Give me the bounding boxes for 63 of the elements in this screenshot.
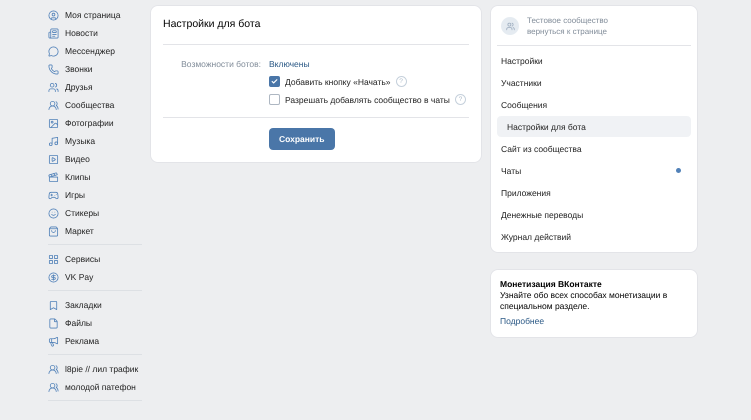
menu-item[interactable]: Сайт из сообщества xyxy=(497,138,691,159)
card-title: Настройки для бота xyxy=(163,6,469,45)
menu-icon xyxy=(48,64,59,74)
menu-icon xyxy=(48,226,59,236)
field-label: Возможности ботов: xyxy=(180,59,261,69)
menu-icon xyxy=(48,300,59,310)
sidebar-item[interactable]: Закладки xyxy=(48,296,142,314)
menu-icon xyxy=(48,190,59,200)
menu-icon xyxy=(48,136,59,146)
option-label: Разрешать добавлять сообщество в чаты xyxy=(285,94,450,104)
menu-icon xyxy=(48,272,59,282)
menu-icon xyxy=(48,364,59,374)
sidebar-item[interactable]: Музыка xyxy=(48,132,142,150)
menu-icon xyxy=(48,318,59,328)
sidebar-item[interactable]: Клипы xyxy=(48,168,142,186)
menu-item[interactable]: Настройки для бота xyxy=(497,116,691,137)
sidebar-item[interactable]: Звонки xyxy=(48,60,142,78)
menu-icon xyxy=(48,10,59,20)
field-value: Включены xyxy=(269,59,311,69)
menu-icon xyxy=(48,28,59,38)
check-icon xyxy=(271,78,278,85)
menu-icon xyxy=(48,46,59,56)
sidebar-item[interactable]: Сообщества xyxy=(48,96,142,114)
sidebar-item[interactable]: Игры xyxy=(48,186,142,204)
menu-item[interactable]: Чаты xyxy=(497,160,691,181)
save-button[interactable]: Сохранить xyxy=(269,128,335,150)
menu-icon xyxy=(48,154,59,164)
menu-icon xyxy=(48,382,59,392)
sidebar-item[interactable]: Видео xyxy=(48,150,142,168)
more-link[interactable]: Подробнее xyxy=(500,316,688,327)
menu-icon xyxy=(48,336,59,346)
menu-item[interactable]: Настройки xyxy=(497,50,691,71)
sidebar-item[interactable]: Сервисы xyxy=(48,250,142,268)
menu-icon xyxy=(48,254,59,264)
menu-icon xyxy=(48,82,59,92)
menu-icon xyxy=(48,118,59,128)
menu-item[interactable]: Журнал действий xyxy=(497,226,691,247)
menu-item[interactable]: Сообщения xyxy=(497,94,691,115)
menu-item[interactable]: Участники xyxy=(497,72,691,93)
sidebar-item[interactable]: молодой патефон xyxy=(48,378,142,396)
promo-title: Монетизация ВКонтакте xyxy=(500,279,603,290)
sidebar-item[interactable]: Друзья xyxy=(48,78,142,96)
menu-item[interactable]: Приложения xyxy=(497,182,691,203)
community-name: Тестовое сообщество xyxy=(527,15,608,26)
sidebar-item[interactable]: l8pie // лил трафик xyxy=(48,360,142,378)
sidebar-item[interactable]: VK Pay xyxy=(48,268,142,286)
sidebar-item[interactable]: Мессенджер xyxy=(48,42,142,60)
sidebar-item[interactable]: Реклама xyxy=(48,332,142,350)
sidebar-item[interactable]: Маркет xyxy=(48,222,142,240)
checkbox[interactable] xyxy=(269,76,280,87)
checkbox[interactable] xyxy=(269,94,280,105)
option-label: Добавить кнопку «Начать» xyxy=(285,76,391,86)
avatar-icon xyxy=(501,17,519,35)
menu-item[interactable]: Денежные переводы xyxy=(497,204,691,225)
sidebar-item[interactable]: Стикеры xyxy=(48,204,142,222)
sidebar-item[interactable]: Моя страница xyxy=(48,6,142,24)
sidebar-item[interactable]: Файлы xyxy=(48,314,142,332)
menu-icon xyxy=(48,100,59,110)
promo-text: Узнайте обо всех способах монетизации в специальном разделе. xyxy=(500,290,668,312)
menu-icon xyxy=(48,208,59,218)
sidebar-item[interactable]: Новости xyxy=(48,24,142,42)
sidebar-item[interactable]: Фотографии xyxy=(48,114,142,132)
menu-icon xyxy=(48,172,59,182)
